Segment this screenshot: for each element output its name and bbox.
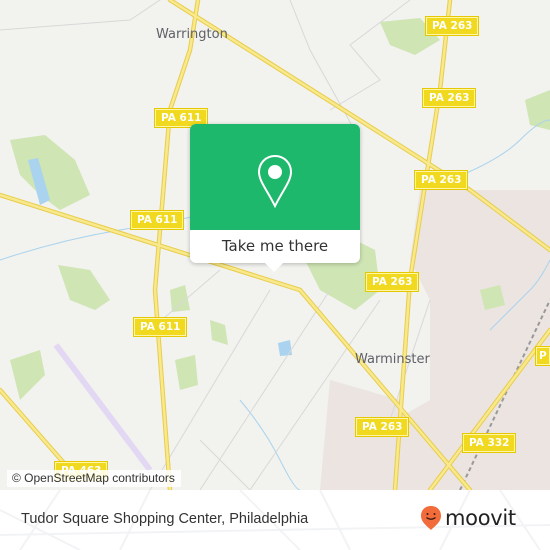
moovit-pin-icon <box>421 506 441 530</box>
park-area <box>525 90 550 130</box>
map-attribution[interactable]: © OpenStreetMap contributors <box>7 470 181 487</box>
road-shield: PA 332 <box>461 433 517 453</box>
road-shield: PA 263 <box>421 88 477 108</box>
popup-tail <box>265 263 283 272</box>
take-me-there-popup[interactable]: Take me there <box>190 124 360 272</box>
place-label-warminster: Warminster <box>355 352 430 367</box>
moovit-wordmark: moovit <box>445 506 516 530</box>
water-body <box>278 340 292 356</box>
park-area <box>10 135 90 210</box>
park-area <box>175 355 198 390</box>
take-me-there-button[interactable]: Take me there <box>190 231 360 261</box>
popup-header <box>190 124 360 230</box>
park-area <box>210 320 228 345</box>
map[interactable]: Warrington Warminster PA 263 PA 263 PA 2… <box>0 0 550 490</box>
stream <box>239 399 301 490</box>
moovit-logo[interactable]: moovit <box>420 505 516 531</box>
location-title: Tudor Square Shopping Center, Philadelph… <box>21 511 309 527</box>
road-shield: PA 263 <box>424 16 480 36</box>
road-shield: PA 263 <box>354 417 410 437</box>
map-pin-icon <box>257 154 293 208</box>
runway <box>53 343 153 472</box>
road-shield: PA 263 <box>413 170 469 190</box>
road-shield-partial: P <box>535 346 550 366</box>
road-shield: PA 611 <box>132 317 188 337</box>
park-area <box>10 350 45 400</box>
road-shield: PA 611 <box>129 210 185 230</box>
park-area <box>58 265 110 310</box>
road-shield: PA 263 <box>364 272 420 292</box>
place-label-warrington: Warrington <box>156 27 228 42</box>
